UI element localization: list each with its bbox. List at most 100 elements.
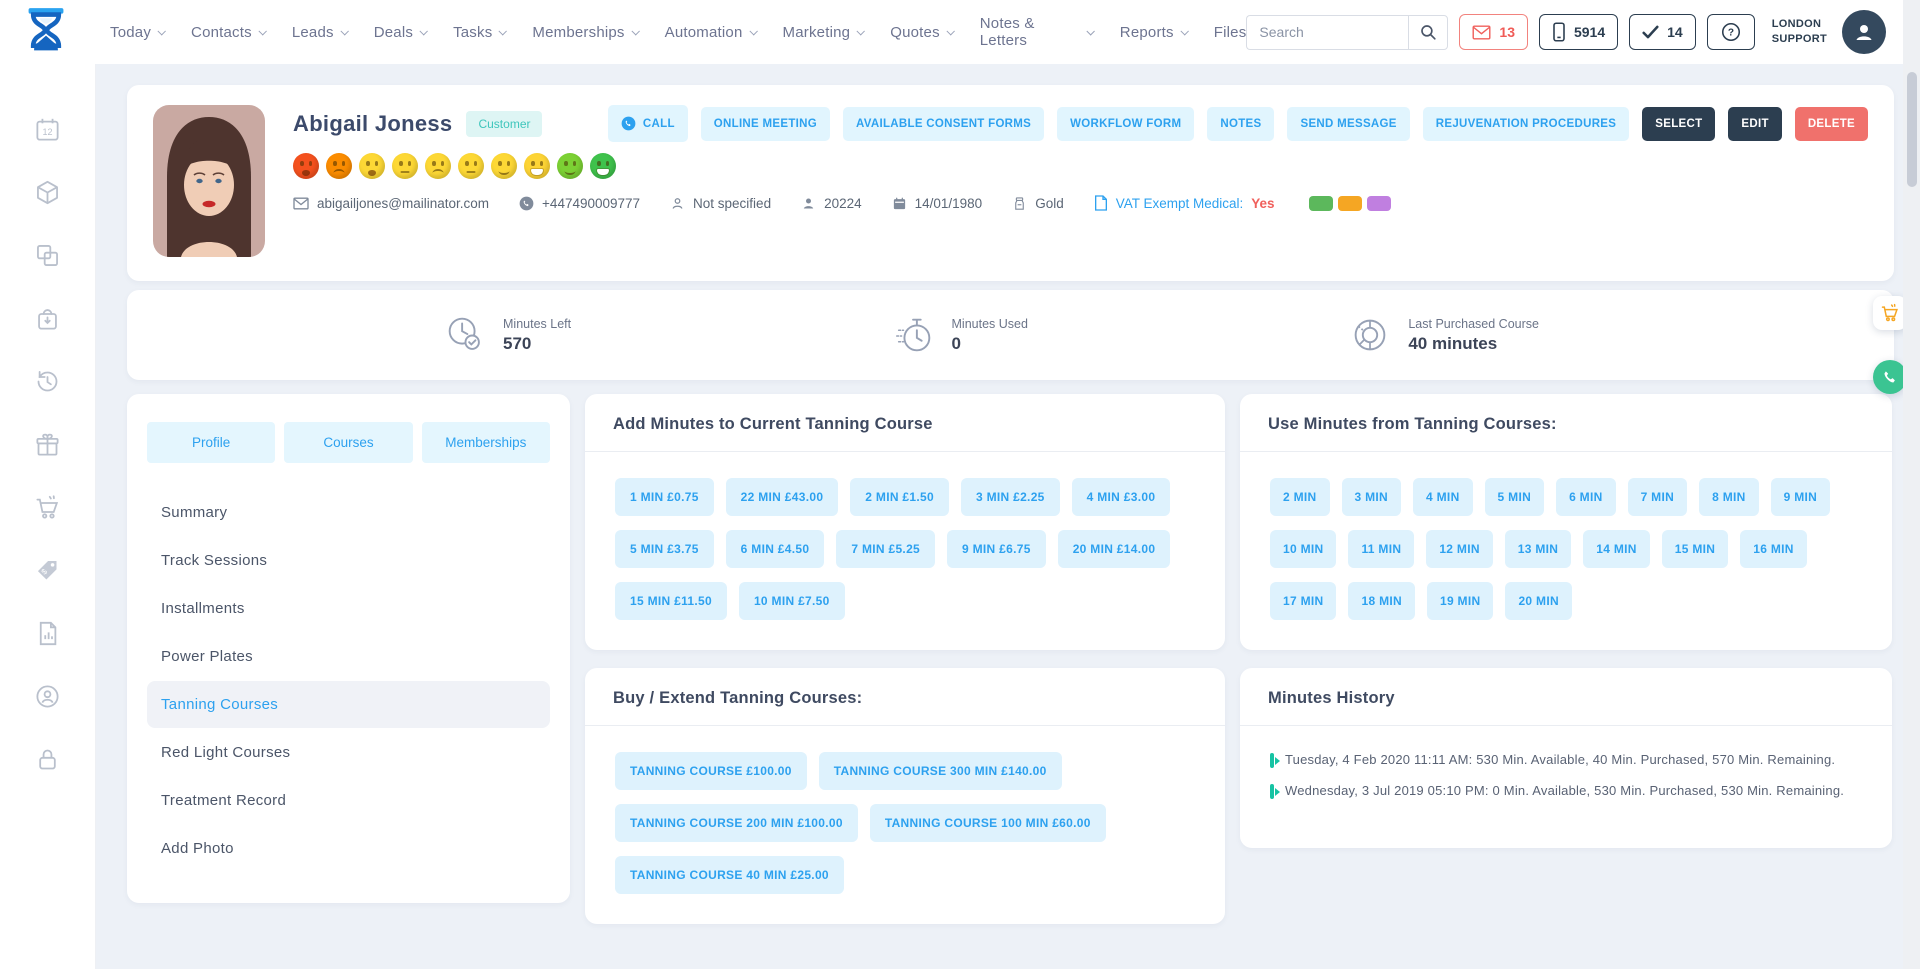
use-minutes-button[interactable]: 14 MIN	[1583, 530, 1649, 568]
mood-face[interactable]	[590, 153, 616, 179]
mood-face[interactable]	[458, 153, 484, 179]
lock-icon[interactable]	[34, 746, 61, 773]
profile-menu-item[interactable]: Track Sessions	[147, 537, 550, 584]
color-tag[interactable]	[1367, 196, 1391, 211]
nav-item[interactable]: Automation	[665, 24, 756, 41]
use-minutes-button[interactable]: 7 MIN	[1628, 478, 1688, 516]
use-minutes-button[interactable]: 17 MIN	[1270, 582, 1336, 620]
nav-item[interactable]: Today	[110, 24, 164, 41]
shopping-bag-icon[interactable]	[34, 305, 61, 332]
nav-item[interactable]: Reports	[1120, 24, 1187, 41]
add-minutes-button[interactable]: 4 MIN £3.00	[1072, 478, 1171, 516]
buy-course-button[interactable]: TANNING COURSE 100 MIN £60.00	[870, 804, 1106, 842]
customer-email[interactable]: abigailjones@mailinator.com	[293, 196, 489, 211]
add-minutes-button[interactable]: 9 MIN £6.75	[947, 530, 1046, 568]
nav-item[interactable]: Contacts	[191, 24, 265, 41]
edit-button[interactable]: EDIT	[1728, 107, 1781, 141]
use-minutes-button[interactable]: 16 MIN	[1740, 530, 1806, 568]
buy-course-button[interactable]: TANNING COURSE 40 MIN £25.00	[615, 856, 844, 894]
package-icon[interactable]	[34, 179, 61, 206]
notes-button[interactable]: NOTES	[1207, 107, 1274, 141]
coin-icon[interactable]	[34, 683, 61, 710]
buy-course-button[interactable]: TANNING COURSE 200 MIN £100.00	[615, 804, 858, 842]
profile-tab[interactable]: Courses	[284, 422, 412, 463]
cart-icon[interactable]	[34, 494, 61, 521]
tasks-badge[interactable]: 14	[1629, 14, 1696, 50]
use-minutes-button[interactable]: 9 MIN	[1771, 478, 1831, 516]
workflow-form-button[interactable]: WORKFLOW FORM	[1057, 107, 1194, 141]
page-scrollbar[interactable]	[1903, 0, 1920, 969]
add-minutes-button[interactable]: 1 MIN £0.75	[615, 478, 714, 516]
use-minutes-button[interactable]: 2 MIN	[1270, 478, 1330, 516]
mood-face[interactable]	[425, 153, 451, 179]
nav-item[interactable]: Leads	[292, 24, 347, 41]
nav-item[interactable]: Deals	[374, 24, 426, 41]
profile-menu-item[interactable]: Installments	[147, 585, 550, 632]
customer-phone[interactable]: +447490009777	[519, 196, 640, 211]
nav-item[interactable]: Memberships	[532, 24, 637, 41]
send-message-button[interactable]: SEND MESSAGE	[1287, 107, 1409, 141]
search-input[interactable]	[1246, 15, 1408, 50]
mail-badge[interactable]: 13	[1459, 14, 1528, 50]
mood-face[interactable]	[491, 153, 517, 179]
color-tag[interactable]	[1338, 196, 1362, 211]
calls-badge[interactable]: 5914	[1539, 14, 1618, 50]
use-minutes-button[interactable]: 3 MIN	[1342, 478, 1402, 516]
add-minutes-button[interactable]: 6 MIN £4.50	[726, 530, 825, 568]
add-minutes-button[interactable]: 7 MIN £5.25	[836, 530, 935, 568]
add-minutes-button[interactable]: 10 MIN £7.50	[739, 582, 845, 620]
nav-item[interactable]: Notes & Letters	[980, 15, 1093, 49]
mood-face[interactable]	[524, 153, 550, 179]
delete-button[interactable]: DELETE	[1795, 107, 1868, 141]
rejuvenation-procedures-button[interactable]: REJUVENATION PROCEDURES	[1423, 107, 1630, 141]
add-minutes-button[interactable]: 5 MIN £3.75	[615, 530, 714, 568]
select-button[interactable]: SELECT	[1642, 107, 1715, 141]
add-minutes-button[interactable]: 2 MIN £1.50	[850, 478, 949, 516]
mood-face[interactable]	[293, 153, 319, 179]
nav-item[interactable]: Quotes	[890, 24, 953, 41]
use-minutes-button[interactable]: 13 MIN	[1505, 530, 1571, 568]
profile-menu-item[interactable]: Power Plates	[147, 633, 550, 680]
profile-menu-item[interactable]: Add Photo	[147, 825, 550, 872]
floating-cart-button[interactable]	[1873, 296, 1907, 330]
copy-icon[interactable]	[34, 242, 61, 269]
add-minutes-button[interactable]: 22 MIN £43.00	[726, 478, 839, 516]
use-minutes-button[interactable]: 4 MIN	[1413, 478, 1473, 516]
search-button[interactable]	[1408, 15, 1448, 50]
use-minutes-button[interactable]: 15 MIN	[1662, 530, 1728, 568]
gift-icon[interactable]	[34, 431, 61, 458]
use-minutes-button[interactable]: 11 MIN	[1348, 530, 1414, 568]
use-minutes-button[interactable]: 5 MIN	[1485, 478, 1545, 516]
price-tag-icon[interactable]: $	[34, 557, 61, 584]
color-tag[interactable]	[1309, 196, 1333, 211]
profile-tab[interactable]: Memberships	[422, 422, 550, 463]
nav-item[interactable]: Tasks	[453, 24, 505, 41]
profile-menu-item[interactable]: Treatment Record	[147, 777, 550, 824]
add-minutes-button[interactable]: 20 MIN £14.00	[1058, 530, 1171, 568]
profile-menu-item[interactable]: Summary	[147, 489, 550, 536]
mood-face[interactable]	[557, 153, 583, 179]
mood-face[interactable]	[359, 153, 385, 179]
help-badge[interactable]: ?	[1707, 14, 1755, 50]
profile-menu-item[interactable]: Tanning Courses	[147, 681, 550, 728]
calendar-icon[interactable]: 12	[34, 116, 61, 143]
add-minutes-button[interactable]: 3 MIN £2.25	[961, 478, 1060, 516]
report-icon[interactable]	[34, 620, 61, 647]
call-button[interactable]: CALL	[608, 105, 688, 142]
buy-course-button[interactable]: TANNING COURSE 300 MIN £140.00	[819, 752, 1062, 790]
use-minutes-button[interactable]: 20 MIN	[1505, 582, 1571, 620]
mood-face[interactable]	[326, 153, 352, 179]
consent-forms-button[interactable]: AVAILABLE CONSENT FORMS	[843, 107, 1044, 141]
profile-menu-item[interactable]: Red Light Courses	[147, 729, 550, 776]
mood-face[interactable]	[392, 153, 418, 179]
use-minutes-button[interactable]: 12 MIN	[1426, 530, 1492, 568]
use-minutes-button[interactable]: 8 MIN	[1699, 478, 1759, 516]
scrollbar-thumb[interactable]	[1907, 72, 1917, 187]
use-minutes-button[interactable]: 19 MIN	[1427, 582, 1493, 620]
buy-course-button[interactable]: TANNING COURSE £100.00	[615, 752, 807, 790]
add-minutes-button[interactable]: 15 MIN £11.50	[615, 582, 727, 620]
use-minutes-button[interactable]: 10 MIN	[1270, 530, 1336, 568]
floating-phone-button[interactable]	[1873, 360, 1907, 394]
online-meeting-button[interactable]: ONLINE MEETING	[701, 107, 830, 141]
user-avatar[interactable]	[1842, 10, 1886, 54]
